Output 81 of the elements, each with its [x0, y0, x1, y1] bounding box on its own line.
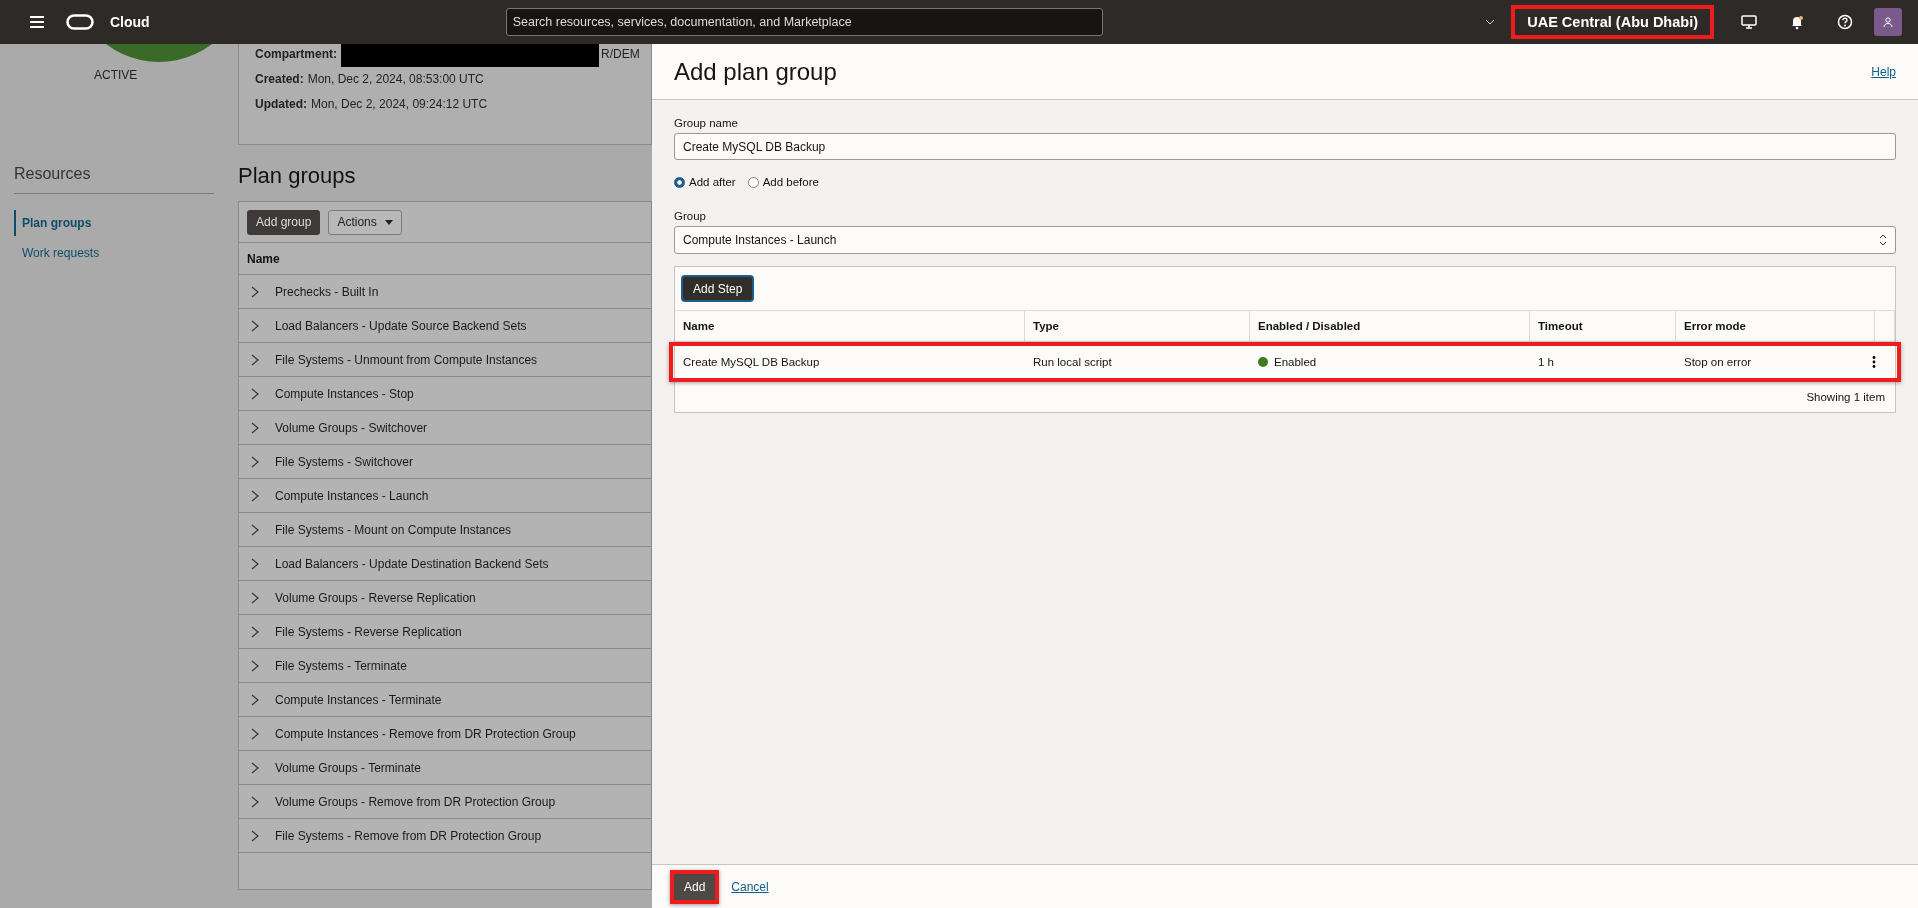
step-row[interactable]: Create MySQL DB Backup Run local script Enabled 1 h Stop on error — [669, 342, 1901, 382]
column-header: Name — [239, 243, 651, 275]
chevron-right-icon[interactable] — [249, 386, 261, 401]
item-count: Showing 1 item — [1806, 391, 1885, 403]
cancel-link[interactable]: Cancel — [731, 879, 769, 894]
column-header: Enabled / Disabled — [1250, 311, 1530, 341]
radio-label: Add before — [762, 176, 819, 188]
status-label: ACTIVE — [94, 68, 139, 82]
column-header: Error mode — [1676, 311, 1875, 341]
add-button[interactable]: Add — [670, 869, 720, 904]
logo-icon — [66, 14, 94, 30]
resources-heading: Resources — [14, 165, 214, 194]
add-group-button[interactable]: Add group — [247, 209, 321, 235]
plan-group-name: Compute Instances - Launch — [275, 488, 429, 503]
sidebar-item[interactable]: Work requests — [14, 240, 238, 266]
plan-group-name: File Systems - Reverse Replication — [275, 624, 462, 639]
actions-button[interactable]: Actions — [328, 209, 402, 235]
chevron-right-icon[interactable] — [249, 318, 261, 333]
field-label: Group name — [674, 117, 739, 129]
plan-group-name: Compute Instances - Remove from DR Protection Group — [275, 726, 576, 741]
chevron-right-icon[interactable] — [249, 794, 261, 809]
step-timeout: 1 h — [1537, 356, 1555, 368]
step-name: Create MySQL DB Backup — [682, 356, 821, 368]
chevron-right-icon[interactable] — [249, 556, 261, 571]
chevron-right-icon[interactable] — [249, 284, 261, 299]
chevron-right-icon[interactable] — [249, 624, 261, 639]
plan-group-name: File Systems - Remove from DR Protection Group — [275, 828, 542, 843]
plan-group-name: Volume Groups - Switchover — [275, 420, 428, 435]
chevron-right-icon[interactable] — [249, 726, 261, 741]
chevron-right-icon[interactable] — [249, 590, 261, 605]
plan-group-name: Volume Groups - Terminate — [275, 760, 421, 775]
step-type: Run local script — [1032, 356, 1113, 368]
plan-group-name: Load Balancers - Update Destination Backend Sets — [275, 556, 549, 571]
detail-label: Updated: — [255, 97, 307, 111]
detail-label: Compartment: — [255, 47, 337, 61]
plan-group-name: Compute Instances - Terminate — [275, 692, 442, 707]
step-error-mode: Stop on error — [1683, 356, 1753, 368]
chevron-right-icon[interactable] — [249, 760, 261, 775]
chevron-right-icon[interactable] — [249, 692, 261, 707]
chevron-right-icon[interactable] — [249, 454, 261, 469]
detail-value: R/DEM — [601, 47, 640, 61]
chevron-down-icon — [1485, 19, 1496, 25]
plan-group-name: File Systems - Switchover — [275, 454, 414, 469]
plan-group-name: Volume Groups - Remove from DR Protection Group — [275, 794, 556, 809]
column-header: Timeout — [1530, 311, 1676, 341]
group-select[interactable]: Compute Instances - Launch — [674, 226, 1896, 254]
plan-group-name: Prechecks - Built In — [275, 284, 379, 299]
user-avatar[interactable] — [1874, 8, 1902, 36]
chevron-right-icon[interactable] — [249, 488, 261, 503]
up-down-chevron-icon — [1879, 234, 1887, 246]
chevron-right-icon[interactable] — [249, 522, 261, 537]
chevron-right-icon[interactable] — [249, 420, 261, 435]
plan-group-name: Compute Instances - Stop — [275, 386, 414, 401]
step-status: Enabled — [1274, 356, 1317, 368]
page-title: Plan groups — [238, 163, 357, 189]
plan-group-name: Volume Groups - Reverse Replication — [275, 590, 476, 605]
detail-value: Mon, Dec 2, 2024, 09:24:12 UTC — [311, 97, 488, 111]
search-field[interactable]: Search resources, services, documentation, and Marketplace — [505, 8, 1103, 36]
brand-name: Cloud — [110, 14, 150, 30]
detail-value: Mon, Dec 2, 2024, 08:53:00 UTC — [307, 72, 484, 86]
plan-group-name: Load Balancers - Update Source Backend Sets — [275, 318, 527, 333]
plan-group-name: File Systems - Mount on Compute Instances — [275, 522, 512, 537]
add-step-button[interactable]: Add Step — [681, 275, 755, 302]
detail-label: Created: — [255, 72, 304, 86]
chevron-right-icon[interactable] — [249, 828, 261, 843]
chevron-right-icon[interactable] — [249, 352, 261, 367]
field-label: Group — [674, 210, 707, 222]
plan-group-name: File Systems - Terminate — [275, 658, 407, 673]
panel-title: Add plan group — [674, 57, 837, 86]
caret-down-icon — [384, 219, 393, 225]
radio-button[interactable] — [674, 176, 685, 188]
radio-label: Add after — [689, 176, 736, 188]
chevron-right-icon[interactable] — [249, 658, 261, 673]
region-selector[interactable]: UAE Central (Abu Dhabi) — [1511, 5, 1714, 39]
radio-button[interactable] — [747, 176, 759, 188]
plan-group-name: File Systems - Unmount from Compute Instances — [275, 352, 538, 367]
help-link[interactable]: Help — [1871, 64, 1896, 79]
more-options-icon[interactable] — [1871, 355, 1877, 369]
group-name-field[interactable]: Create MySQL DB Backup — [674, 133, 1896, 160]
column-header: Type — [1025, 311, 1250, 341]
column-header: Name — [675, 311, 1025, 341]
